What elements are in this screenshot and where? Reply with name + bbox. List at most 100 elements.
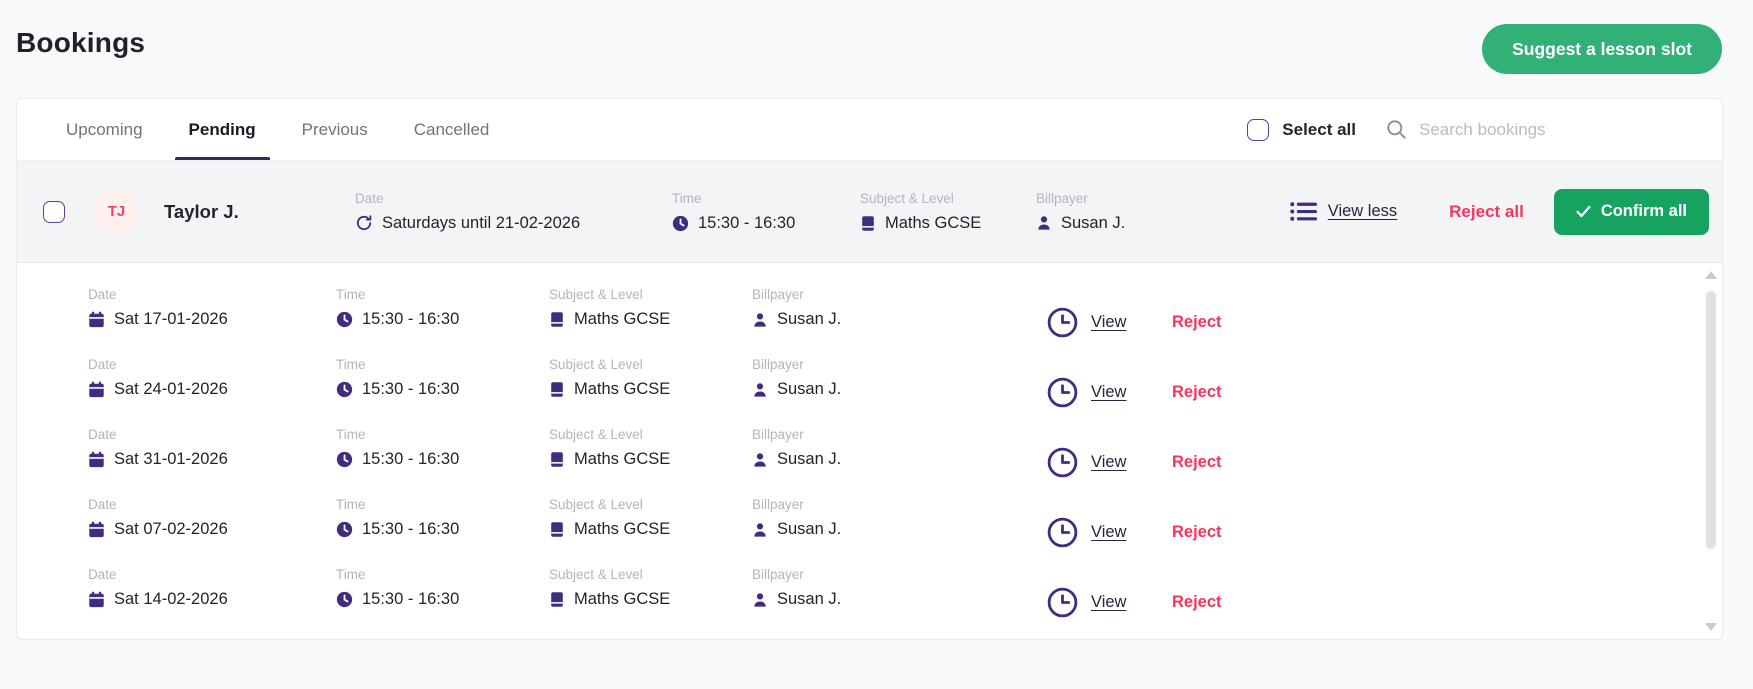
row-billpayer-field: Billpayer Susan J. [752, 427, 1047, 497]
view-link[interactable]: View [1091, 383, 1126, 402]
scroll-up-arrow[interactable] [1705, 271, 1717, 279]
row-time-field: Time 15:30 - 16:30 [336, 287, 549, 357]
book-icon [549, 521, 565, 538]
clock-outline-icon[interactable] [1047, 307, 1078, 338]
clock-outline-icon[interactable] [1047, 587, 1078, 618]
book-icon [860, 215, 876, 232]
select-all-label: Select all [1282, 120, 1356, 140]
row-billpayer-field: Billpayer Susan J. [752, 497, 1047, 567]
view-link[interactable]: View [1091, 523, 1126, 542]
row-subject-value: Maths GCSE [574, 450, 670, 469]
row-date-value: Sat 07-02-2026 [114, 520, 228, 539]
view-link[interactable]: View [1091, 453, 1126, 472]
billpayer-label: Billpayer [752, 357, 1047, 372]
billpayer-label: Billpayer [752, 567, 1047, 582]
vertical-scrollbar[interactable] [1703, 267, 1719, 633]
view-less-button[interactable]: View less [1290, 201, 1397, 222]
tab-pending[interactable]: Pending [189, 99, 256, 160]
booking-group-row: TJ Taylor J. Date Saturdays until 21-02-… [17, 161, 1722, 263]
clock-icon [336, 311, 353, 328]
date-label: Date [88, 567, 336, 582]
view-link[interactable]: View [1091, 313, 1126, 332]
row-view-cell: View [1047, 287, 1172, 357]
avatar-initials: TJ [108, 203, 126, 220]
search-input[interactable] [1419, 120, 1589, 140]
date-label: Date [88, 427, 336, 442]
row-date-value: Sat 17-01-2026 [114, 310, 228, 329]
page-title: Bookings [16, 27, 145, 59]
person-icon [752, 452, 768, 468]
clock-icon [336, 521, 353, 538]
row-view-cell: View [1047, 497, 1172, 567]
booking-row: Date Sat 17-01-2026 Time 15:30 - 16:30 S… [17, 287, 1722, 357]
clock-outline-icon[interactable] [1047, 517, 1078, 548]
reject-all-button[interactable]: Reject all [1449, 202, 1524, 222]
row-billpayer-field: Billpayer Susan J. [752, 357, 1047, 427]
row-billpayer-field: Billpayer Susan J. [752, 567, 1047, 637]
row-subject-value: Maths GCSE [574, 310, 670, 329]
tab-pending-label: Pending [189, 120, 256, 140]
calendar-icon [88, 591, 105, 608]
person-icon [752, 312, 768, 328]
subject-label: Subject & Level [549, 287, 752, 302]
date-label: Date [355, 191, 672, 206]
scroll-down-arrow[interactable] [1705, 623, 1717, 631]
group-time-value: 15:30 - 16:30 [698, 214, 795, 233]
row-billpayer-value: Susan J. [777, 520, 841, 539]
booking-row: Date Sat 07-02-2026 Time 15:30 - 16:30 S… [17, 497, 1722, 567]
row-reject-cell: Reject [1172, 287, 1222, 357]
view-link[interactable]: View [1091, 593, 1126, 612]
row-subject-field: Subject & Level Maths GCSE [549, 497, 752, 567]
clock-outline-icon[interactable] [1047, 377, 1078, 408]
calendar-icon [88, 311, 105, 328]
person-icon [1036, 215, 1052, 231]
suggest-lesson-slot-button[interactable]: Suggest a lesson slot [1482, 24, 1722, 74]
check-icon [1576, 205, 1591, 218]
subject-label: Subject & Level [549, 427, 752, 442]
group-time-field: Time 15:30 - 16:30 [672, 191, 860, 233]
row-subject-field: Subject & Level Maths GCSE [549, 287, 752, 357]
group-actions: View less Reject all Confirm all [1290, 189, 1722, 235]
tab-upcoming[interactable]: Upcoming [66, 99, 143, 160]
reject-link[interactable]: Reject [1172, 313, 1222, 332]
time-label: Time [672, 191, 860, 206]
scrollbar-thumb[interactable] [1706, 291, 1716, 549]
row-subject-value: Maths GCSE [574, 380, 670, 399]
tab-previous[interactable]: Previous [302, 99, 368, 160]
booking-rows: Date Sat 17-01-2026 Time 15:30 - 16:30 S… [17, 263, 1722, 637]
reject-link[interactable]: Reject [1172, 453, 1222, 472]
reject-link[interactable]: Reject [1172, 523, 1222, 542]
date-label: Date [88, 287, 336, 302]
time-label: Time [336, 497, 549, 512]
subject-label: Subject & Level [549, 357, 752, 372]
select-all-checkbox[interactable] [1247, 119, 1269, 141]
tab-cancelled[interactable]: Cancelled [414, 99, 490, 160]
group-checkbox[interactable] [43, 201, 65, 223]
clock-outline-icon[interactable] [1047, 447, 1078, 478]
calendar-icon [88, 381, 105, 398]
row-date-field: Date Sat 24-01-2026 [88, 357, 336, 427]
row-time-value: 15:30 - 16:30 [362, 380, 459, 399]
row-date-value: Sat 14-02-2026 [114, 590, 228, 609]
group-date-field: Date Saturdays until 21-02-2026 [355, 191, 672, 233]
row-date-field: Date Sat 31-01-2026 [88, 427, 336, 497]
group-date-value: Saturdays until 21-02-2026 [382, 214, 580, 233]
view-less-label: View less [1328, 202, 1397, 221]
row-subject-value: Maths GCSE [574, 590, 670, 609]
subject-label: Subject & Level [549, 567, 752, 582]
row-time-value: 15:30 - 16:30 [362, 520, 459, 539]
reject-link[interactable]: Reject [1172, 593, 1222, 612]
row-view-cell: View [1047, 427, 1172, 497]
billpayer-label: Billpayer [752, 287, 1047, 302]
date-label: Date [88, 497, 336, 512]
confirm-all-button[interactable]: Confirm all [1554, 189, 1709, 235]
reject-link[interactable]: Reject [1172, 383, 1222, 402]
billpayer-label: Billpayer [1036, 191, 1196, 206]
search-icon [1386, 119, 1407, 140]
book-icon [549, 381, 565, 398]
book-icon [549, 451, 565, 468]
tab-cancelled-label: Cancelled [414, 120, 490, 140]
row-date-value: Sat 24-01-2026 [114, 380, 228, 399]
book-icon [549, 311, 565, 328]
row-time-field: Time 15:30 - 16:30 [336, 497, 549, 567]
